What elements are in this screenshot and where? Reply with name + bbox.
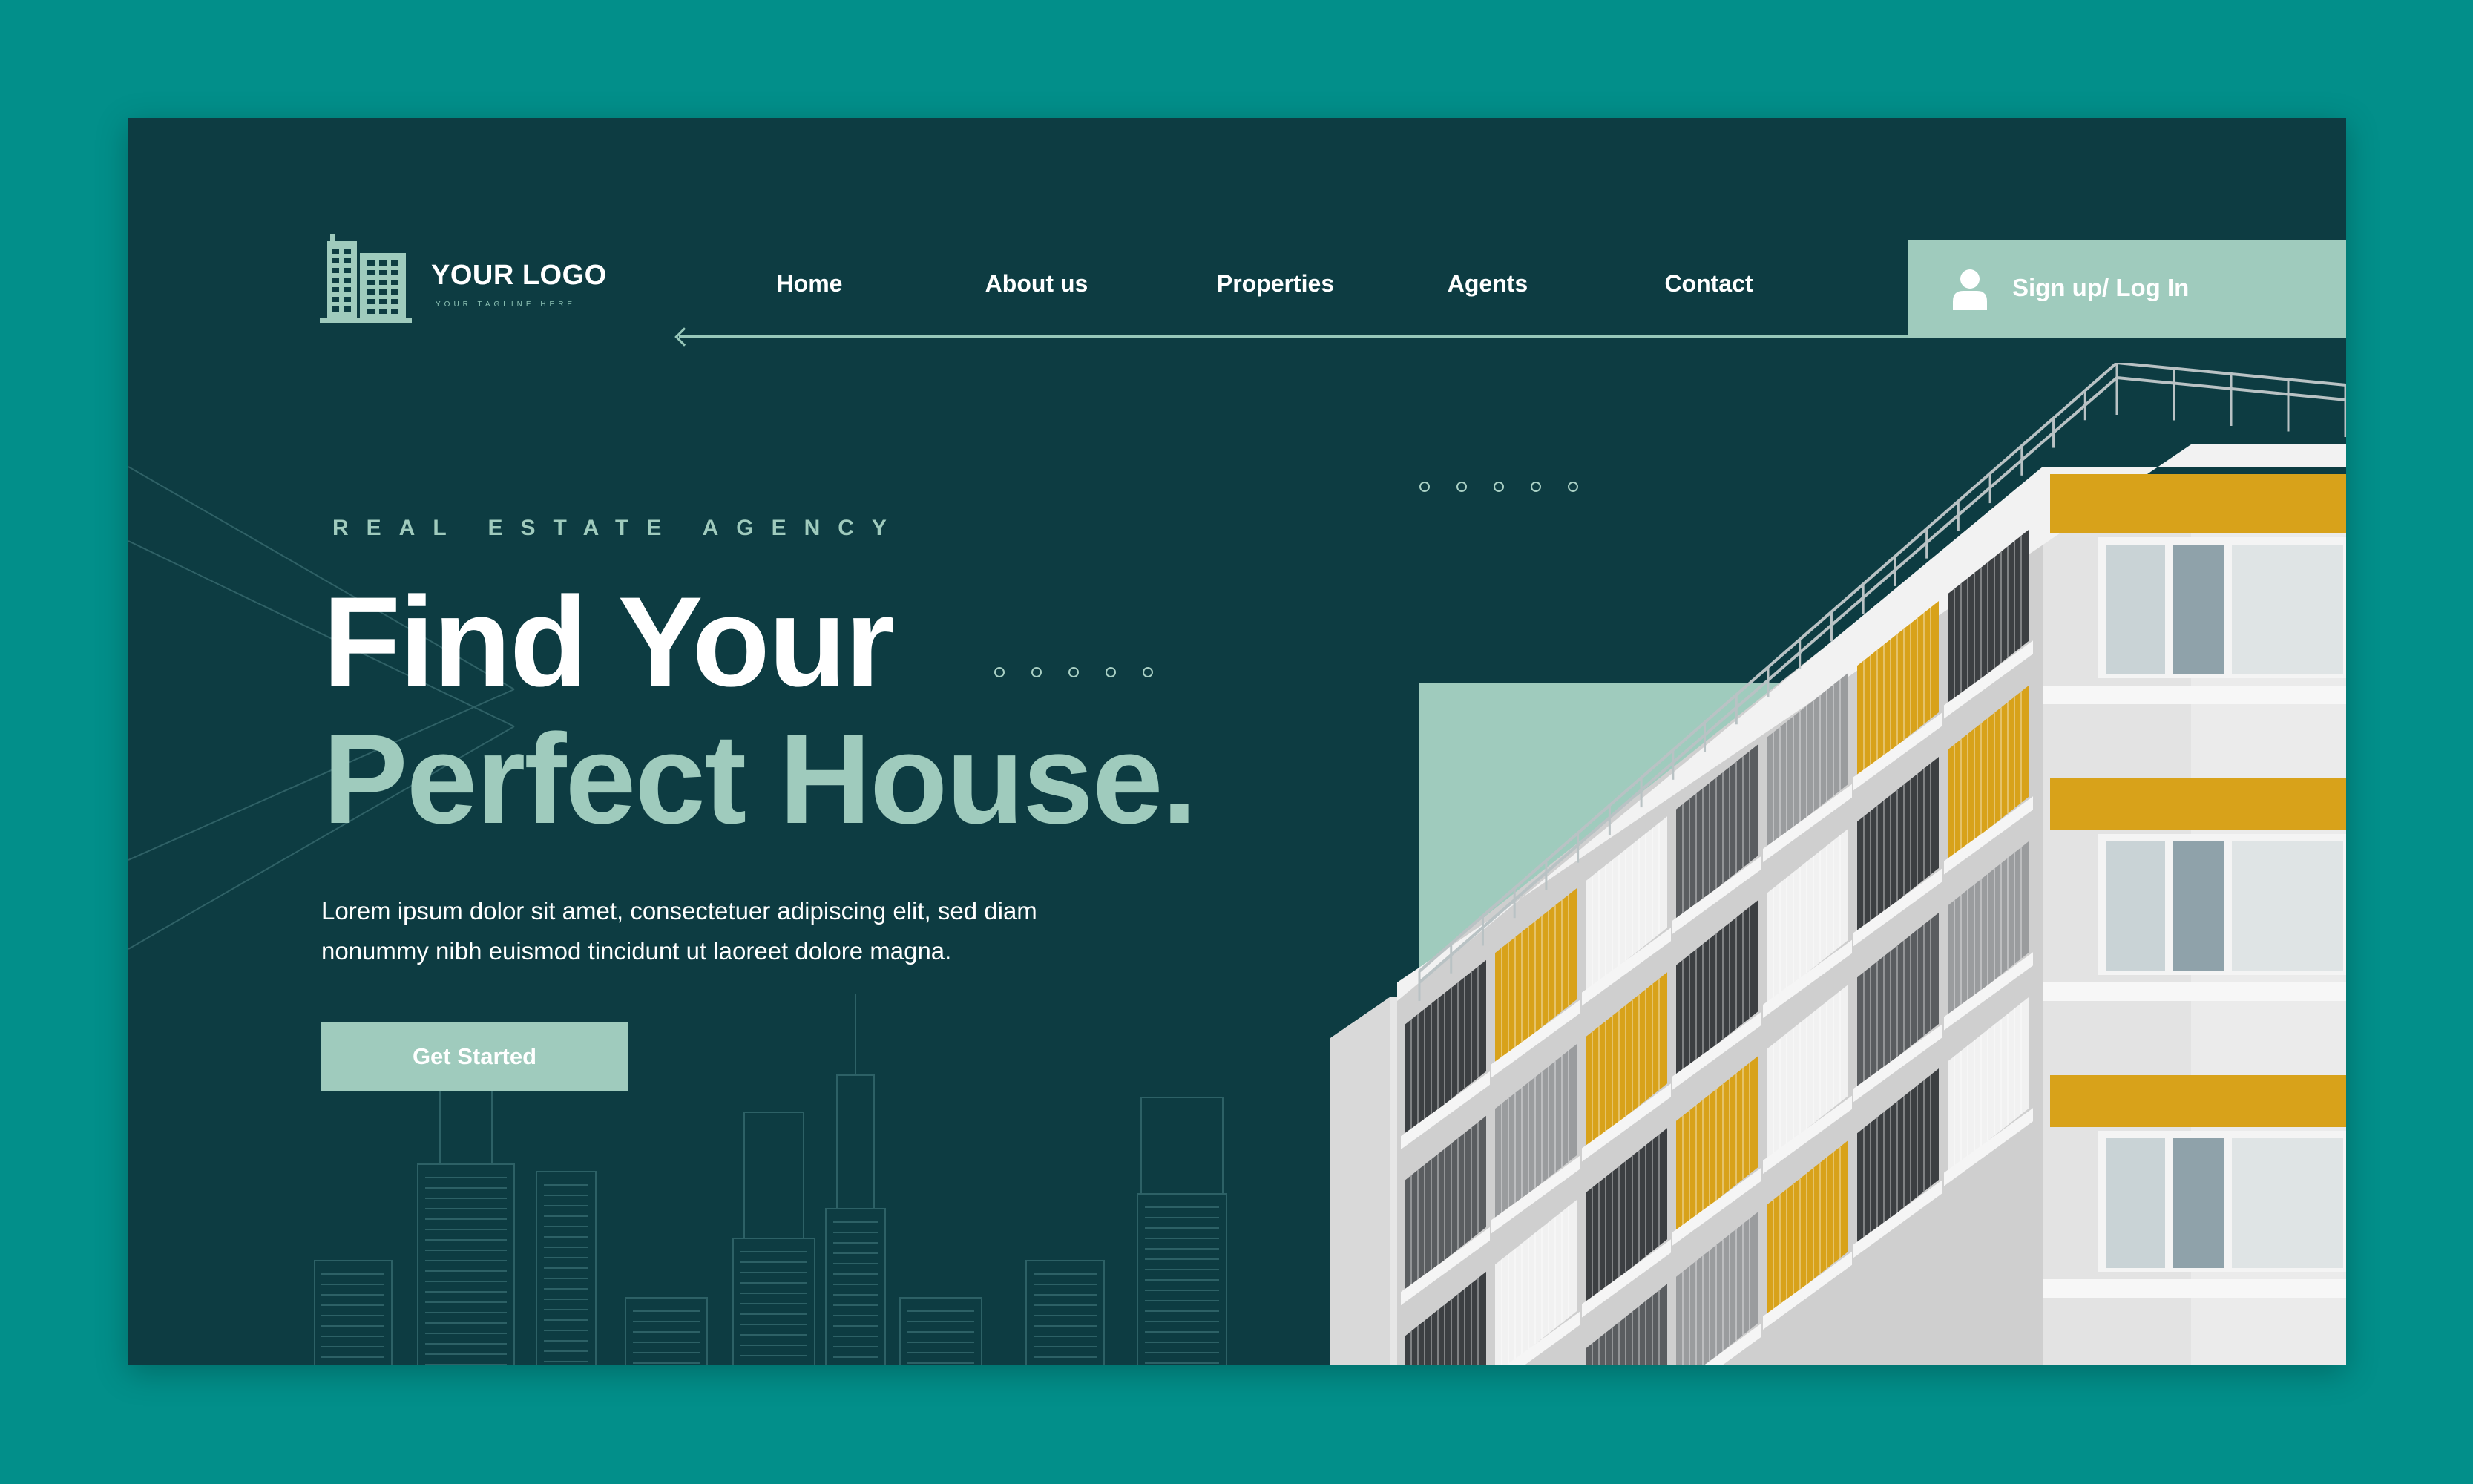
nav-agents[interactable]: Agents bbox=[1448, 270, 1528, 298]
nav-about-us[interactable]: About us bbox=[985, 270, 1088, 298]
hero-description: Lorem ipsum dolor sit amet, consectetuer… bbox=[321, 891, 1137, 971]
carousel-dots-hero bbox=[994, 667, 1153, 677]
hero-title-line2: Perfect House. bbox=[323, 708, 1197, 850]
dot bbox=[1143, 667, 1153, 677]
nav-properties[interactable]: Properties bbox=[1217, 270, 1334, 298]
dot bbox=[1031, 667, 1042, 677]
get-started-button[interactable]: Get Started bbox=[321, 1022, 628, 1091]
user-icon bbox=[1953, 269, 1987, 310]
hero-title-line1: Find Your bbox=[323, 571, 895, 713]
signup-login-button[interactable]: Sign up/ Log In bbox=[1908, 240, 2346, 338]
nav-contact[interactable]: Contact bbox=[1664, 270, 1753, 298]
apartment-building-photo bbox=[1330, 363, 2346, 1365]
hero-description-line1: Lorem ipsum dolor sit amet, consectetuer… bbox=[321, 897, 1037, 925]
hero-eyebrow: REAL ESTATE AGENCY bbox=[332, 516, 904, 540]
dot bbox=[1106, 667, 1116, 677]
dot bbox=[994, 667, 1005, 677]
landing-page-card: YOUR LOGO YOUR TAGLINE HERE Home About u… bbox=[128, 118, 2346, 1365]
dot bbox=[1068, 667, 1079, 677]
signup-label: Sign up/ Log In bbox=[2012, 274, 2190, 301]
nav-divider bbox=[679, 335, 2037, 338]
hero-description-line2: nonummy nibh euismod tincidunt ut laoree… bbox=[321, 937, 952, 965]
nav-home[interactable]: Home bbox=[777, 270, 843, 298]
